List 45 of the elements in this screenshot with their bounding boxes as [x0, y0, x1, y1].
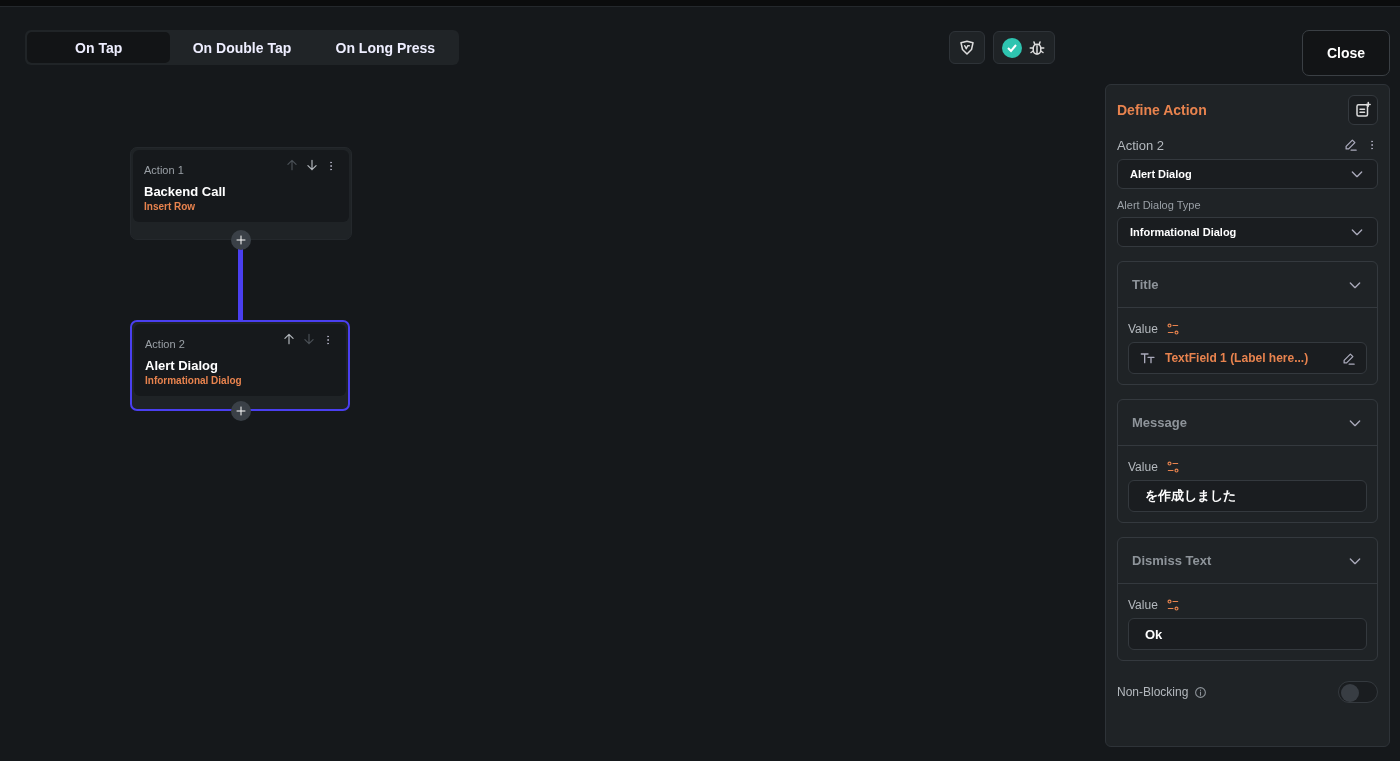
action-title: Backend Call	[144, 184, 227, 199]
action-node[interactable]: Action 2 Alert Dialog Informational Dialog	[130, 320, 350, 411]
trigger-tab[interactable]: On Double Tap	[170, 32, 314, 63]
add-note-button[interactable]	[1348, 95, 1378, 125]
translate-button[interactable]	[949, 31, 985, 64]
dialog-type-dropdown[interactable]: Informational Dialog	[1117, 217, 1378, 247]
action-node[interactable]: Action 1 Backend Call Insert Row	[130, 147, 352, 240]
trigger-tab[interactable]: On Tap	[27, 32, 171, 63]
variable-icon	[1165, 460, 1180, 474]
non-blocking-toggle[interactable]	[1338, 681, 1378, 703]
close-button[interactable]: Close	[1302, 30, 1390, 76]
add-action-button[interactable]	[231, 401, 251, 421]
action-subtitle: Insert Row	[144, 201, 197, 212]
section-header[interactable]: Dismiss Text	[1118, 538, 1377, 584]
variable-icon	[1165, 322, 1180, 336]
plus-icon	[235, 405, 247, 417]
panel-title: Define Action	[1117, 102, 1207, 118]
value-field[interactable]: TextField 1 (Label here...)	[1128, 342, 1367, 374]
text-type-icon	[1139, 350, 1157, 366]
value-label: Value	[1128, 322, 1158, 336]
action-title: Alert Dialog	[145, 358, 219, 373]
edit-icon	[1341, 350, 1356, 366]
variable-icon	[1165, 598, 1180, 612]
section-header[interactable]: Title	[1118, 262, 1377, 308]
action-index: Action 2	[145, 338, 185, 350]
section-header[interactable]: Message	[1118, 400, 1377, 446]
bug-icon	[1028, 38, 1046, 57]
value-field[interactable]: を作成しました	[1128, 480, 1367, 512]
trigger-tab[interactable]: On Long Press	[313, 32, 457, 63]
value-label: Value	[1128, 460, 1158, 474]
note-plus-icon	[1354, 101, 1372, 119]
non-blocking-label: Non-Blocking	[1117, 685, 1189, 699]
value-field[interactable]: Ok	[1128, 618, 1367, 650]
shield-icon	[958, 38, 976, 57]
value-label: Value	[1128, 598, 1158, 612]
debug-button[interactable]	[993, 31, 1055, 64]
field-label: Alert Dialog Type	[1117, 199, 1202, 211]
edit-icon	[1343, 137, 1358, 152]
action-subtitle: Informational Dialog	[145, 375, 243, 386]
action-label: Action 2	[1117, 137, 1164, 153]
action-index: Action 1	[144, 164, 184, 176]
info-icon	[1194, 685, 1208, 699]
action-type-dropdown[interactable]: Alert Dialog	[1117, 159, 1378, 189]
add-action-button[interactable]	[231, 230, 251, 250]
plus-icon	[235, 234, 247, 246]
